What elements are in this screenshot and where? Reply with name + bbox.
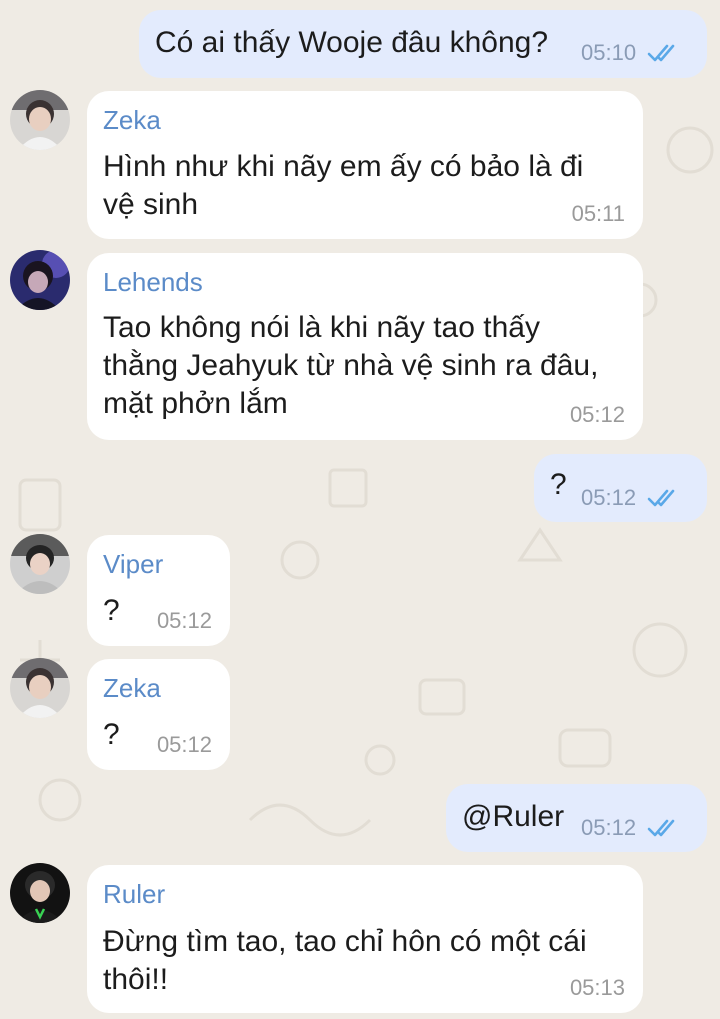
message-text: ?	[550, 468, 567, 501]
avatar-viper[interactable]	[10, 534, 70, 594]
message-time: 05:12	[581, 485, 637, 510]
message-text: Hình như khi nãy em ấy có bảo là đi vệ s…	[103, 150, 584, 221]
sender-name[interactable]: Viper	[103, 549, 163, 579]
message-bubble-incoming[interactable]: Lehends Tao không nói là khi nãy tao thấ…	[87, 253, 643, 440]
avatar-lehends[interactable]	[10, 250, 70, 310]
message-time: 05:12	[156, 608, 212, 633]
double-check-icon	[647, 489, 675, 507]
double-check-icon	[647, 819, 675, 837]
message-text: Tao không nói là khi nãy tao thấy thằng …	[103, 311, 599, 420]
message-time: 05:10	[581, 40, 637, 65]
message-bubble-incoming[interactable]: Ruler Đừng tìm tao, tao chỉ hôn có một c…	[87, 865, 643, 1013]
message-time: 05:12	[581, 815, 637, 840]
message-bubble-incoming[interactable]: Viper ? 05:12	[87, 535, 230, 646]
sender-name[interactable]: Zeka	[103, 105, 161, 135]
message-bubble-outgoing[interactable]: Có ai thấy Wooje đâu không? 05:10	[139, 10, 707, 78]
avatar-ruler[interactable]	[10, 863, 70, 923]
double-check-icon	[647, 44, 675, 62]
message-time: 05:13	[569, 975, 625, 1000]
message-bubble-outgoing[interactable]: ? 05:12	[534, 454, 707, 522]
message-bubble-outgoing[interactable]: @Ruler 05:12	[446, 784, 707, 852]
message-text: Đừng tìm tao, tao chỉ hôn có một cái thô…	[103, 925, 587, 996]
avatar-zeka[interactable]	[10, 90, 70, 150]
sender-name[interactable]: Lehends	[103, 267, 203, 297]
message-text: @Ruler	[462, 800, 565, 833]
sender-name[interactable]: Zeka	[103, 673, 161, 703]
avatar-zeka[interactable]	[10, 658, 70, 718]
message-text: Có ai thấy Wooje đâu không?	[155, 26, 549, 59]
message-bubble-incoming[interactable]: Zeka ? 05:12	[87, 659, 230, 770]
message-time: 05:12	[156, 732, 212, 757]
message-time: 05:11	[571, 201, 625, 226]
message-time: 05:12	[569, 402, 625, 427]
message-bubble-incoming[interactable]: Zeka Hình như khi nãy em ấy có bảo là đi…	[87, 91, 643, 239]
sender-name[interactable]: Ruler	[103, 879, 165, 909]
